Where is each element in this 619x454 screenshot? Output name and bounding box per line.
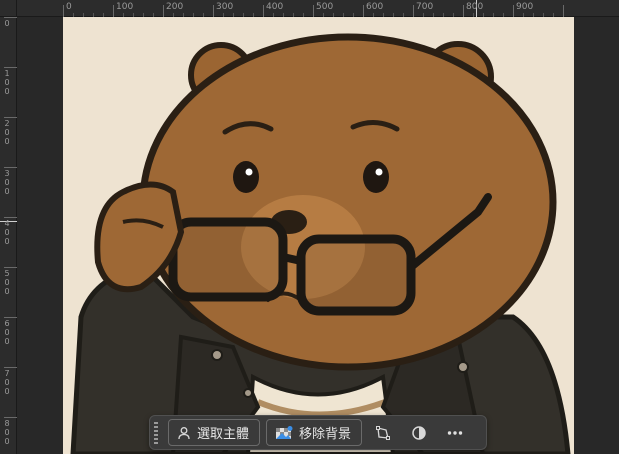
ruler-top-label: 700 [416,2,434,12]
ruler-left-label: 5 0 0 [4,269,10,296]
select-subject-label: 選取主體 [197,427,250,442]
select-subject-button[interactable]: 選取主體 [168,419,261,446]
contrast-icon [411,425,427,441]
ruler-left-label: 1 0 0 [4,69,10,96]
more-icon [447,430,463,436]
contextual-task-bar: 選取主體 移除背景 [149,415,487,450]
ruler-top-label: 600 [366,2,384,12]
transform-button[interactable] [368,419,398,446]
ruler-top-label: 400 [266,2,284,12]
person-select-icon [177,426,191,440]
ruler-left[interactable]: 0 1 0 0 2 0 0 3 0 0 4 0 0 5 0 0 6 0 0 7 … [0,17,17,454]
ruler-corner[interactable] [0,0,17,17]
remove-background-button[interactable]: 移除背景 [266,419,363,446]
ruler-top-label: 300 [216,2,234,12]
more-options-button[interactable] [440,419,470,446]
ruler-left-label: 2 0 0 [4,119,10,146]
ruler-left-label: 0 [4,19,10,28]
ruler-left-label: 8 0 0 [4,419,10,446]
drag-handle[interactable] [154,421,160,444]
ruler-top-label: 0 [66,2,72,12]
ruler-top-label: 200 [166,2,184,12]
ruler-top-label: 100 [116,2,134,12]
ruler-top-label: 800 [466,2,484,12]
ruler-left-label: 3 0 0 [4,169,10,196]
ruler-left-label: 6 0 0 [4,319,10,346]
document-canvas[interactable] [63,17,574,454]
ruler-left-label: 4 0 0 [4,219,10,246]
remove-background-label: 移除背景 [299,427,352,442]
ruler-top-label: 900 [516,2,534,12]
ruler-left-label: 7 0 0 [4,369,10,396]
ruler-top-label: 500 [316,2,334,12]
adjustment-button[interactable] [404,419,434,446]
remove-bg-icon [275,425,293,440]
ruler-top[interactable]: 0 100 200 300 400 500 600 700 800 900 [0,0,619,17]
bear-illustration [70,33,571,454]
transform-icon [375,425,391,441]
